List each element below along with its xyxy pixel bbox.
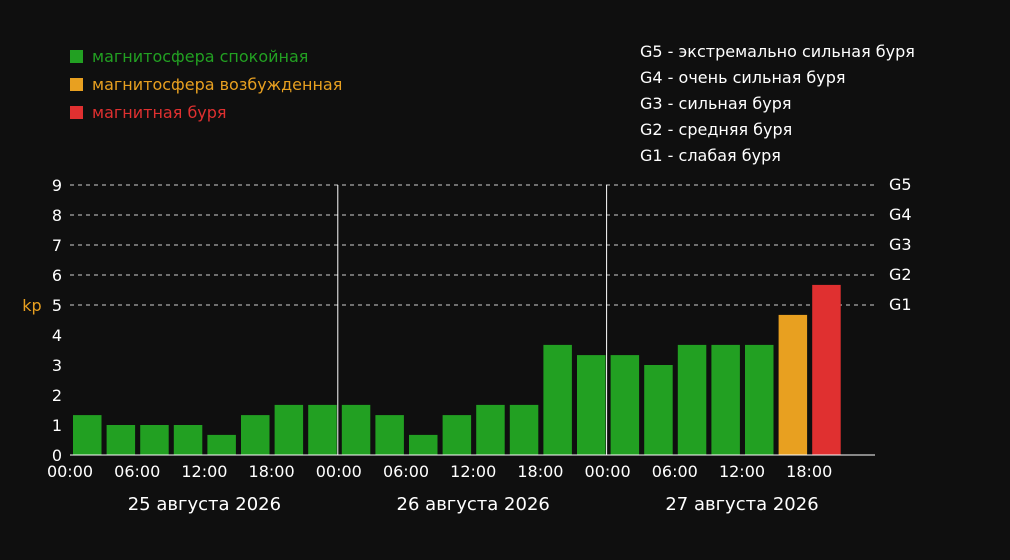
bar <box>409 434 438 455</box>
g-level-label-g1: G1 <box>889 295 912 314</box>
bar <box>644 365 673 455</box>
bar <box>140 425 169 455</box>
y-tick-label: 4 <box>52 326 62 345</box>
y-tick-label: 2 <box>52 386 62 405</box>
y-tick-label: 3 <box>52 356 62 375</box>
x-tick-label: 12:00 <box>450 462 496 481</box>
y-tick-label: 9 <box>52 176 62 195</box>
x-tick-label: 18:00 <box>249 462 295 481</box>
x-tick-label: 00:00 <box>47 462 93 481</box>
x-tick-label: 18:00 <box>517 462 563 481</box>
bar <box>308 404 337 455</box>
y-tick-label: 1 <box>52 416 62 435</box>
bar <box>106 425 136 455</box>
bar <box>812 284 841 455</box>
y-tick-label: 6 <box>52 266 62 285</box>
y-tick-label: 7 <box>52 236 62 255</box>
bar <box>476 404 505 455</box>
x-tick-label: 18:00 <box>786 462 832 481</box>
g-level-label-g4: G4 <box>889 205 912 224</box>
g-level-label-g5: G5 <box>889 175 912 194</box>
bar <box>241 415 270 455</box>
g-level-label-g2: G2 <box>889 265 912 284</box>
bar <box>677 344 707 455</box>
kp-bar-chart: G1G2G3G4G50123456789kp00:00 06:00 12:00 18:… <box>22 175 912 515</box>
bar <box>543 344 572 455</box>
bar <box>745 344 774 455</box>
day-label: 26 августа 2026 <box>397 494 550 515</box>
bar <box>711 344 740 455</box>
bar <box>207 434 236 455</box>
x-tick-label: 00:00 <box>316 462 362 481</box>
x-tick-label: 06:00 <box>114 462 160 481</box>
day-label: 27 августа 2026 <box>665 494 818 515</box>
x-tick-label: 00:00 <box>585 462 631 481</box>
bar <box>375 415 404 455</box>
day-label: 25 августа 2026 <box>128 494 281 515</box>
bar <box>442 415 472 455</box>
x-tick-label: 12:00 <box>719 462 765 481</box>
bar <box>778 314 808 455</box>
y-tick-label: 8 <box>52 206 62 225</box>
bar <box>509 404 539 455</box>
bar <box>173 425 203 455</box>
x-tick-label: 06:00 <box>652 462 698 481</box>
bar <box>274 404 304 455</box>
x-tick-label: 12:00 <box>181 462 227 481</box>
bar <box>341 404 371 455</box>
y-tick-label: 5 <box>52 296 62 315</box>
g-level-label-g3: G3 <box>889 235 912 254</box>
bar <box>610 355 640 455</box>
y-axis-label: kp <box>22 296 41 315</box>
x-tick-label: 06:00 <box>383 462 429 481</box>
bar <box>577 355 606 455</box>
bar <box>73 415 102 455</box>
